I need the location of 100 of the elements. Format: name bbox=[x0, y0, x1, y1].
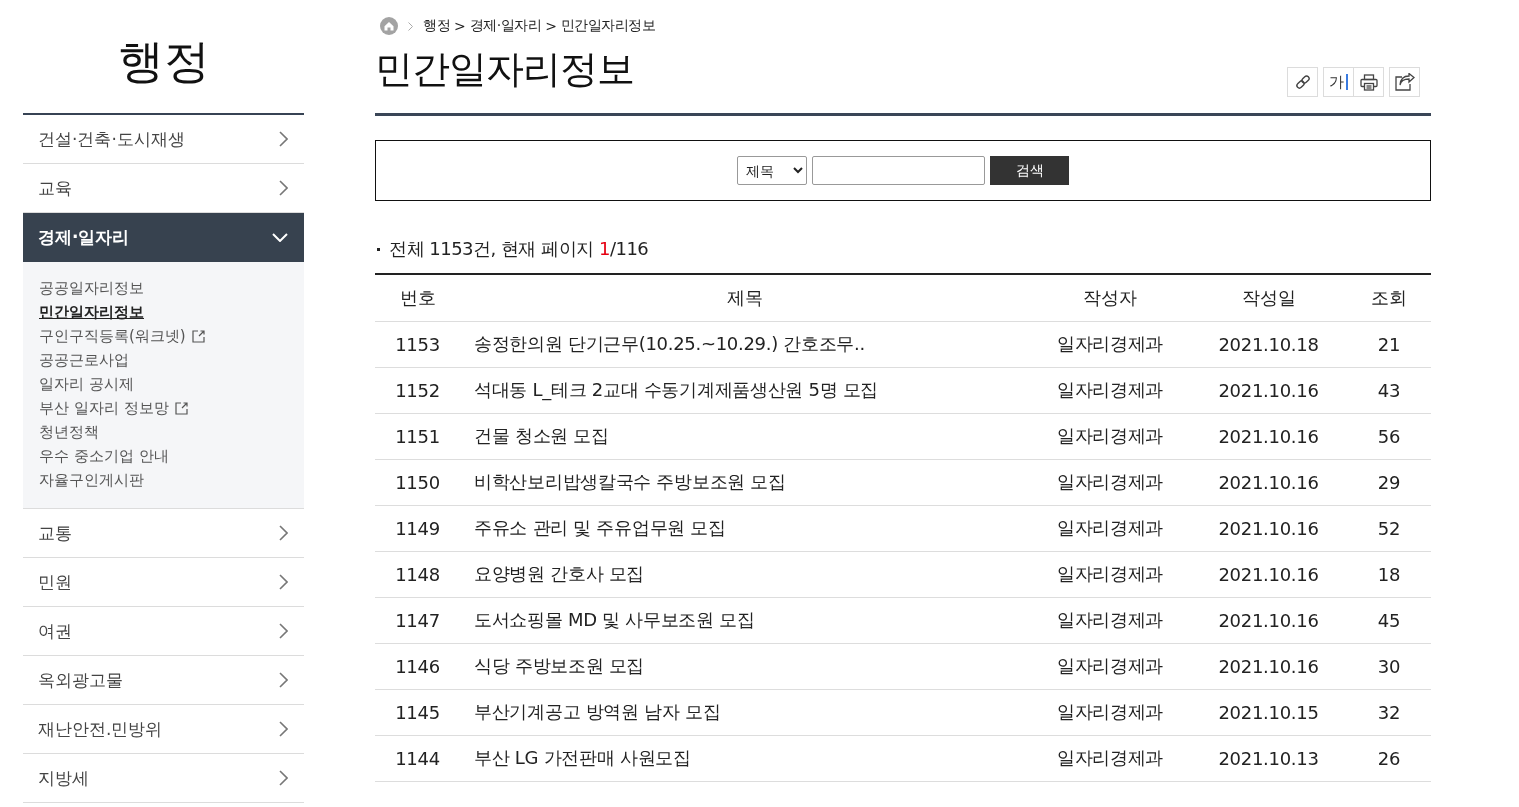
table-cell: 일자리경제과 bbox=[1030, 597, 1190, 643]
sidebar-menu-item[interactable]: 민원 bbox=[23, 558, 304, 606]
sidebar-menu-item[interactable]: 교통 bbox=[23, 509, 304, 557]
table-cell: 일자리경제과 bbox=[1030, 321, 1190, 367]
printer-icon bbox=[1359, 73, 1378, 91]
table-cell: 1145 bbox=[375, 689, 460, 735]
post-title-link[interactable]: 비학산보리밥생칼국수 주방보조원 모집 bbox=[474, 471, 786, 492]
chevron-right-icon bbox=[279, 180, 288, 196]
chevron-down-icon bbox=[272, 233, 288, 242]
post-title-link[interactable]: 부산 LG 가전판매 사원모집 bbox=[474, 747, 691, 768]
external-link-icon bbox=[174, 401, 188, 415]
chevron-right-icon bbox=[279, 770, 288, 786]
table-cell: 일자리경제과 bbox=[1030, 643, 1190, 689]
font-size-button[interactable]: 가 bbox=[1323, 67, 1354, 97]
table-cell: 일자리경제과 bbox=[1030, 459, 1190, 505]
column-header: 제목 bbox=[460, 274, 1030, 321]
post-title-link[interactable]: 주유소 관리 및 주유업무원 모집 bbox=[474, 517, 726, 538]
table-cell: 2021.10.16 bbox=[1190, 459, 1347, 505]
table-cell: 2021.10.15 bbox=[1190, 689, 1347, 735]
chevron-right-icon bbox=[279, 672, 288, 688]
sidebar-menu-item[interactable]: 건설·건축·도시재생 bbox=[23, 115, 304, 163]
table-cell: 52 bbox=[1347, 505, 1431, 551]
breadcrumb-link[interactable]: 경제·일자리 bbox=[469, 17, 542, 35]
table-cell: 2021.10.16 bbox=[1190, 597, 1347, 643]
text-cursor-icon bbox=[1346, 74, 1348, 90]
table-cell: 2021.10.18 bbox=[1190, 321, 1347, 367]
table-cell: 1148 bbox=[375, 551, 460, 597]
sidebar-menu-item[interactable]: 지방세 bbox=[23, 754, 304, 802]
post-title-link[interactable]: 요양병원 간호사 모집 bbox=[474, 563, 645, 584]
search-input[interactable] bbox=[812, 156, 985, 185]
share-icon bbox=[1394, 73, 1415, 91]
print-button[interactable] bbox=[1353, 67, 1384, 97]
table-cell: 일자리경제과 bbox=[1030, 689, 1190, 735]
table-cell: 일자리경제과 bbox=[1030, 551, 1190, 597]
post-title-link[interactable]: 석대동 L_테크 2교대 수동기계제품생산원 5명 모집 bbox=[474, 379, 879, 400]
link-button[interactable] bbox=[1287, 67, 1318, 97]
table-cell: 2021.10.16 bbox=[1190, 551, 1347, 597]
breadcrumb-separator: > bbox=[545, 18, 557, 34]
post-title-link[interactable]: 송정한의원 단기근무(10.25.~10.29.) 간호조무.. bbox=[474, 333, 865, 354]
breadcrumb-separator: > bbox=[454, 18, 466, 34]
sidebar-menu-item[interactable]: 옥외광고물 bbox=[23, 656, 304, 704]
table-cell: 18 bbox=[1347, 551, 1431, 597]
post-title-link[interactable]: 도서쇼핑몰 MD 및 사무보조원 모집 bbox=[474, 609, 755, 630]
column-header: 번호 bbox=[375, 274, 460, 321]
submenu-link[interactable]: 청년정책 bbox=[39, 420, 99, 444]
submenu-link[interactable]: 민간일자리정보 bbox=[39, 300, 144, 324]
table-cell: 1147 bbox=[375, 597, 460, 643]
post-title-link[interactable]: 부산기계공고 방역원 남자 모집 bbox=[474, 701, 721, 722]
sidebar-menu-item[interactable]: 교육 bbox=[23, 164, 304, 212]
submenu-link[interactable]: 우수 중소기업 안내 bbox=[39, 444, 169, 468]
table-cell: 26 bbox=[1347, 735, 1431, 781]
post-title-link[interactable]: 식당 주방보조원 모집 bbox=[474, 655, 645, 676]
table-cell: 일자리경제과 bbox=[1030, 505, 1190, 551]
table-cell: 1153 bbox=[375, 321, 460, 367]
table-cell: 일자리경제과 bbox=[1030, 735, 1190, 781]
table-cell: 1149 bbox=[375, 505, 460, 551]
breadcrumb-link[interactable]: 행정 bbox=[423, 17, 450, 35]
table-cell: 1152 bbox=[375, 367, 460, 413]
sidebar-menu-item[interactable]: 재난안전.민방위 bbox=[23, 705, 304, 753]
table-cell: 일자리경제과 bbox=[1030, 367, 1190, 413]
post-title-link[interactable]: 건물 청소원 모집 bbox=[474, 425, 609, 446]
submenu-link[interactable]: 일자리 공시제 bbox=[39, 372, 134, 396]
table-cell: 일자리경제과 bbox=[1030, 413, 1190, 459]
table-cell: 30 bbox=[1347, 643, 1431, 689]
column-header: 작성일 bbox=[1190, 274, 1347, 321]
result-summary: 전체 1153건, 현재 페이지 1/116 bbox=[389, 237, 649, 261]
chevron-right-icon bbox=[408, 21, 413, 31]
page-title: 민간일자리정보 bbox=[375, 46, 635, 92]
column-header: 작성자 bbox=[1030, 274, 1190, 321]
section-title: 행정 bbox=[23, 0, 304, 115]
sidebar-menu-item[interactable]: 여권 bbox=[23, 607, 304, 655]
table-cell: 56 bbox=[1347, 413, 1431, 459]
table-cell: 1144 bbox=[375, 735, 460, 781]
chevron-right-icon bbox=[279, 623, 288, 639]
table-cell: 32 bbox=[1347, 689, 1431, 735]
submenu-link[interactable]: 공공근로사업 bbox=[39, 348, 129, 372]
table-cell: 29 bbox=[1347, 459, 1431, 505]
chevron-right-icon bbox=[279, 574, 288, 590]
table-cell: 43 bbox=[1347, 367, 1431, 413]
sidebar-menu-item[interactable]: 경제·일자리 bbox=[23, 213, 304, 262]
table-cell: 1146 bbox=[375, 643, 460, 689]
table-cell: 2021.10.16 bbox=[1190, 413, 1347, 459]
submenu-link[interactable]: 구인구직등록(워크넷) bbox=[39, 324, 205, 348]
table-cell: 2021.10.16 bbox=[1190, 643, 1347, 689]
table-cell: 1150 bbox=[375, 459, 460, 505]
chevron-right-icon bbox=[279, 525, 288, 541]
table-cell: 2021.10.13 bbox=[1190, 735, 1347, 781]
submenu-link[interactable]: 공공일자리정보 bbox=[39, 276, 144, 300]
share-button[interactable] bbox=[1389, 67, 1420, 97]
table-cell: 45 bbox=[1347, 597, 1431, 643]
table-cell: 1151 bbox=[375, 413, 460, 459]
search-button[interactable]: 검색 bbox=[990, 156, 1069, 185]
link-icon bbox=[1294, 74, 1311, 90]
external-link-icon bbox=[191, 329, 205, 343]
chevron-right-icon bbox=[279, 721, 288, 737]
submenu-link[interactable]: 자율구인게시판 bbox=[39, 468, 144, 492]
submenu-link[interactable]: 부산 일자리 정보망 bbox=[39, 396, 188, 420]
breadcrumb-link[interactable]: 민간일자리정보 bbox=[560, 17, 656, 35]
table-cell: 21 bbox=[1347, 321, 1431, 367]
search-category-select[interactable]: 제목 bbox=[737, 156, 807, 185]
